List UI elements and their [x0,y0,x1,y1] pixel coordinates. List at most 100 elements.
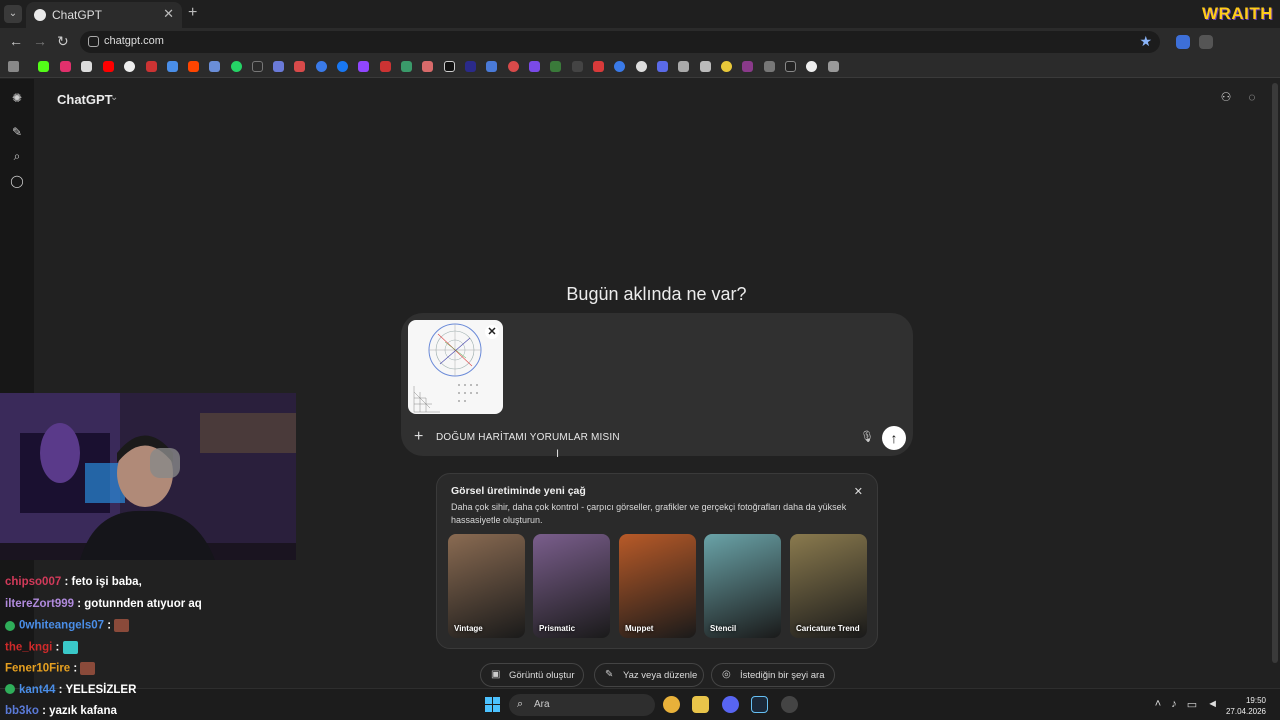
scrollbar[interactable] [1272,83,1278,663]
bookmarks-bar [0,56,1280,78]
openai-logo-icon[interactable]: ✺ [10,91,24,105]
bookmark-icon[interactable] [60,61,71,72]
bookmark-icon[interactable] [636,61,647,72]
bookmark-icon[interactable] [678,61,689,72]
bookmark-icon[interactable] [103,61,114,72]
style-card[interactable]: Caricature Trend [790,534,867,638]
style-card-label: Vintage [454,624,483,633]
site-info-icon[interactable] [88,36,99,47]
address-bar[interactable]: chatgpt.com ★ [80,31,1160,53]
bookmark-icon[interactable] [422,61,433,72]
bookmark-icon[interactable] [444,61,455,72]
bookmark-icon[interactable] [209,61,220,72]
bookmark-icon[interactable] [465,61,476,72]
search-icon[interactable]: ⌕ [10,149,24,163]
tab-close-icon[interactable]: ✕ [163,6,174,22]
bookmark-icon[interactable] [806,61,817,72]
taskbar-search[interactable]: ⌕ Ara [509,694,655,716]
bookmark-icon[interactable] [572,61,583,72]
promo-close-icon[interactable]: ✕ [854,485,863,498]
chat-message: the_kngi : [5,640,78,654]
steam-icon[interactable] [751,696,768,713]
bookmark-icon[interactable] [486,61,497,72]
browser-tab-strip: ⌄ ChatGPT ✕ + WRAITH [0,0,1280,28]
bookmark-icon[interactable] [316,61,327,72]
microphone-icon[interactable]: ♪ [1171,698,1177,711]
bookmark-icon[interactable] [252,61,263,72]
bookmark-icon[interactable] [188,61,199,72]
forward-arrow-icon[interactable]: → [33,33,47,49]
create-image-button[interactable]: ▣ Görüntü oluştur [480,663,584,687]
emote-icon [62,640,78,654]
bookmark-icon[interactable] [764,61,775,72]
bookmark-icon[interactable] [337,61,348,72]
model-selector[interactable]: ChatGPT [57,92,113,107]
globe-icon: ◎ [722,669,731,680]
bookmark-icon[interactable] [146,61,157,72]
chat-bubble-icon[interactable]: ◯ [10,174,24,188]
style-card[interactable]: Stencil [704,534,781,638]
bookmark-icon[interactable] [593,61,604,72]
promo-description: Daha çok sihir, daha çok kontrol - çarpı… [451,502,847,525]
send-arrow-icon[interactable]: ↑ [882,426,906,450]
chevron-up-icon[interactable]: ˄ [1155,698,1161,711]
new-chat-icon[interactable]: ✎ [10,125,24,139]
browser-tab[interactable]: ChatGPT ✕ [26,2,182,28]
bookmark-icon[interactable] [828,61,839,72]
bookmark-icon[interactable] [657,61,668,72]
extension-icon[interactable] [1199,35,1213,49]
bookmark-icon[interactable] [508,61,519,72]
bookmark-icon[interactable] [785,61,796,72]
reload-icon[interactable]: ↻ [57,33,69,50]
bookmark-icon[interactable] [550,61,561,72]
bookmark-star-icon[interactable]: ★ [1139,33,1152,50]
apps-grid-icon[interactable] [8,61,19,72]
volume-icon[interactable]: ◄ [1207,698,1218,711]
image-generation-promo: Görsel üretiminde yeni çağ ✕ Daha çok si… [436,473,878,649]
chevron-down-icon[interactable]: ⌄ [110,92,118,103]
system-tray: ˄ ♪ ▭ ◄ [1155,698,1218,711]
windows-start-icon[interactable] [485,697,500,712]
bookmark-icon[interactable] [81,61,92,72]
prompt-input[interactable]: DOĞUM HARİTAMI YORUMLAR MISIN [436,432,620,443]
extension-icon[interactable] [1176,35,1190,49]
promo-title: Görsel üretiminde yeni çağ [451,485,586,497]
bookmark-icon[interactable] [742,61,753,72]
microphone-icon[interactable]: 🎙 [860,430,874,444]
new-tab-plus-icon[interactable]: + [188,4,197,22]
remove-attachment-icon[interactable]: ✕ [485,325,499,339]
bookmark-icon[interactable] [294,61,305,72]
chat-username: Fener10Fire [5,662,71,675]
bookmark-icon[interactable] [614,61,625,72]
file-explorer-icon[interactable] [692,696,709,713]
bookmark-icon[interactable] [273,61,284,72]
write-or-edit-button[interactable]: ✎ Yaz veya düzenle [594,663,704,687]
chrome-icon[interactable] [663,696,680,713]
system-clock[interactable]: 19:50 27.04.2026 [1226,695,1266,717]
composer: ✕ + DOĞUM HARİTAMI YORUMLAR MISIN 🎙 ↑ [401,313,913,456]
bookmark-icon[interactable] [721,61,732,72]
bookmark-icon[interactable] [401,61,412,72]
back-arrow-icon[interactable]: ← [9,33,23,49]
style-card[interactable]: Vintage [448,534,525,638]
app-icon[interactable] [781,696,798,713]
bookmark-icon[interactable] [38,61,49,72]
bookmark-icon[interactable] [358,61,369,72]
bookmark-icon[interactable] [231,61,242,72]
profile-icon[interactable]: ⚇ [1218,90,1234,106]
chat-username: bb3ko [5,705,39,717]
network-icon[interactable]: ▭ [1187,698,1197,711]
bookmark-icon[interactable] [380,61,391,72]
add-attachment-plus-icon[interactable]: + [414,428,423,446]
style-card[interactable]: Muppet [619,534,696,638]
bookmark-icon[interactable] [167,61,178,72]
bookmark-icon[interactable] [529,61,540,72]
style-card[interactable]: Prismatic [533,534,610,638]
tab-search-chevron-icon[interactable]: ⌄ [4,5,22,23]
discord-icon[interactable] [722,696,739,713]
chat-separator: : [74,597,85,610]
bookmark-icon[interactable] [124,61,135,72]
temporary-chat-icon[interactable]: ◌ [1244,90,1260,106]
bookmark-icon[interactable] [700,61,711,72]
search-anything-button[interactable]: ◎ İstediğin bir şeyi ara [711,663,835,687]
